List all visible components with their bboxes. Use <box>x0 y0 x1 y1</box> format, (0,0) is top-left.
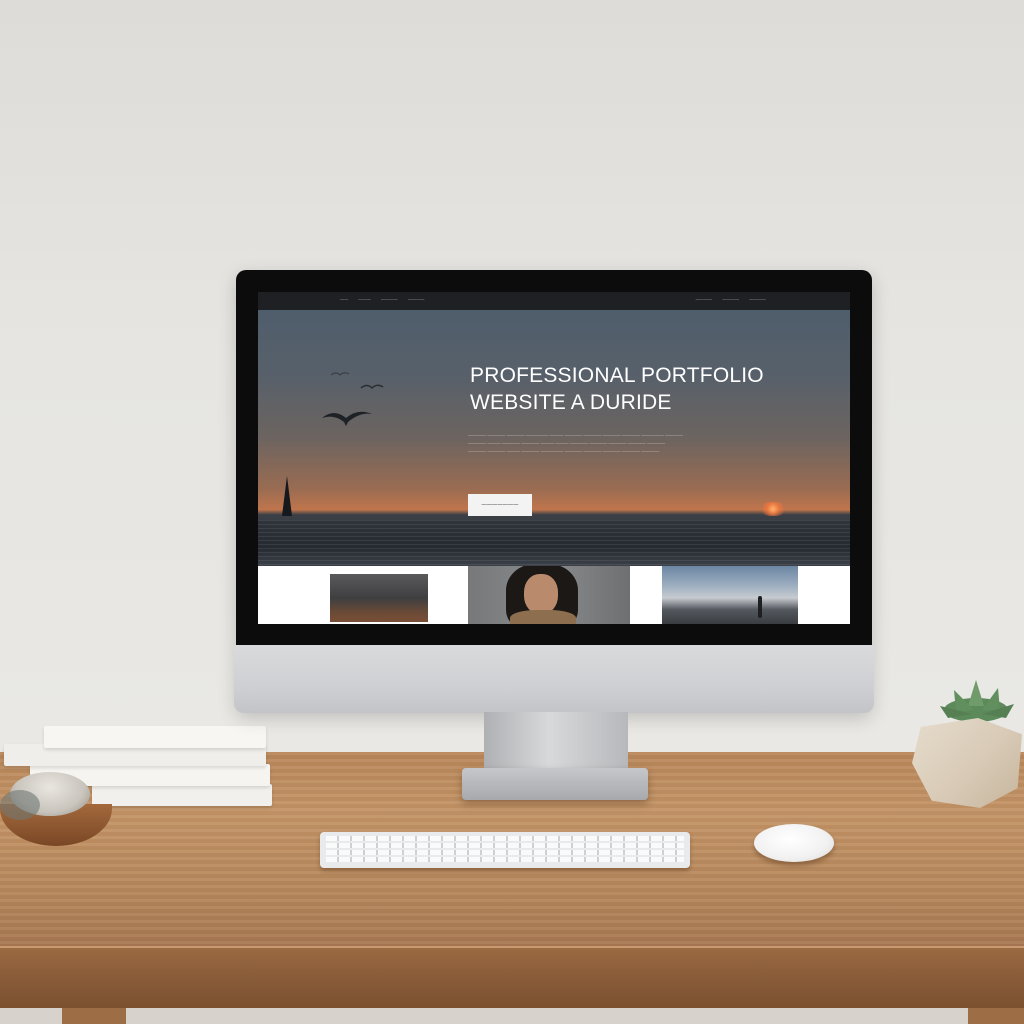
site-navbar: —— ——— ———— ———— ———— ———— ———— <box>258 292 850 310</box>
hero-title-line-1: PROFESSIONAL PORTFOLIO <box>470 364 764 387</box>
desk-edge <box>0 946 1024 1010</box>
bird-icon <box>360 384 384 390</box>
thumbnail-interior[interactable] <box>258 566 468 624</box>
nav-link-logo[interactable]: —— <box>340 296 348 301</box>
hero-text-line: ———— ———— ——— ———— ————— ———— ———— ———— … <box>468 449 660 454</box>
thumbnail-spacer <box>630 566 662 624</box>
nav-link-4[interactable]: ———— <box>696 296 713 301</box>
dried-plant-decor <box>0 790 40 820</box>
monitor-stand-neck <box>484 712 628 774</box>
bird-icon <box>322 411 372 426</box>
hero-text-line: ———— ——— ———— ———— ——— ——— ———— ———— ———… <box>468 441 666 446</box>
desk-leg-right <box>968 1008 1024 1024</box>
floor-strip <box>0 1008 1024 1024</box>
hero-cta-button[interactable]: ——————— <box>468 494 532 516</box>
monitor-screen: —— ——— ———— ———— ———— ———— ———— PROFESSI… <box>258 292 850 624</box>
hero-banner: PROFESSIONAL PORTFOLIO WEBSITE A DURIDE … <box>258 310 850 566</box>
portfolio-thumbnails <box>258 566 850 624</box>
thumbnail-beach[interactable] <box>662 566 798 624</box>
sunset-glow <box>758 502 788 516</box>
sailboat-icon <box>282 476 292 516</box>
desk-leg-left <box>62 1008 126 1024</box>
succulent-leaves <box>934 676 1018 724</box>
hero-body-text: ———— ———— ———— ————— ——— ———— ———— ———— … <box>468 432 758 456</box>
keyboard <box>320 832 690 868</box>
hero-text-line: ———— ———— ———— ————— ——— ———— ———— ———— … <box>468 433 684 438</box>
nav-link-5[interactable]: ———— <box>722 296 739 301</box>
geometric-plant-pot <box>912 718 1022 808</box>
nav-right-links: ———— ———— ———— <box>696 296 766 301</box>
thumbnail-portrait[interactable] <box>468 566 630 624</box>
nav-link-2[interactable]: ———— <box>381 296 398 301</box>
nav-left-links: —— ——— ———— ———— <box>340 296 425 301</box>
nav-link-3[interactable]: ———— <box>408 296 425 301</box>
nav-link-6[interactable]: ———— <box>749 296 766 301</box>
nav-link-1[interactable]: ——— <box>358 296 371 301</box>
hero-title-line-2: WEBSITE A DURIDE <box>470 391 672 414</box>
sea-waves <box>258 520 850 566</box>
bird-icon <box>330 372 350 376</box>
thumbnail-spacer <box>798 566 850 624</box>
mouse <box>754 824 834 862</box>
monitor-stand-foot <box>462 768 648 800</box>
monitor-chin <box>234 645 874 713</box>
hero-title: PROFESSIONAL PORTFOLIO WEBSITE A DURIDE <box>470 362 810 416</box>
